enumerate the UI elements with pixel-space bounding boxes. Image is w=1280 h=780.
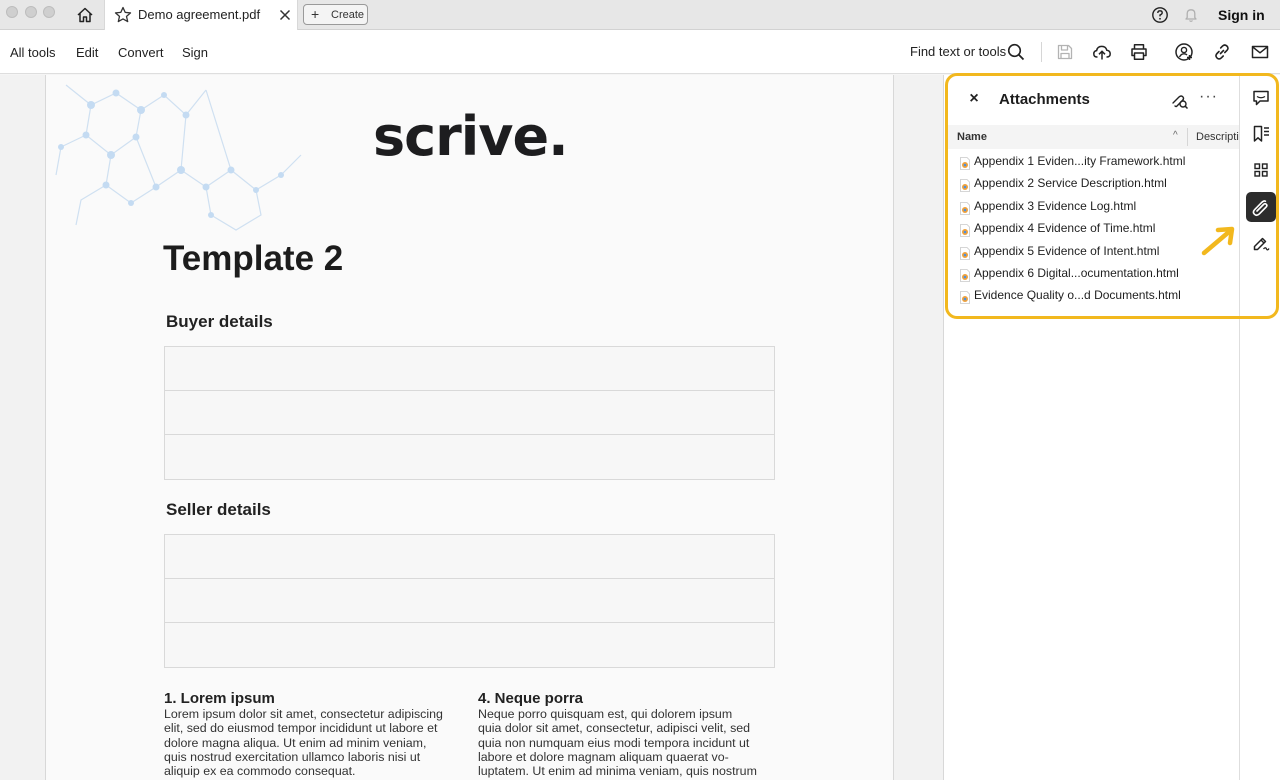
attachment-item[interactable]: Evidence Quality o...d Documents.html [955,286,1225,308]
attachment-name: Appendix 2 Service Description.html [974,176,1167,191]
clause-line: luptatem. Ut enim ad minima veniam, quis… [478,764,757,779]
menu-edit[interactable]: Edit [76,45,98,60]
attachment-name: Appendix 4 Evidence of Time.html [974,221,1156,236]
menu-all-tools[interactable]: All tools [10,45,56,60]
toolbar-divider [1041,42,1042,62]
buyer-details-heading: Buyer details [166,312,273,331]
attachments-list: Appendix 1 Eviden...ity Framework.html A… [955,152,1225,309]
document-title: Template 2 [163,239,344,278]
menu-convert[interactable]: Convert [118,45,164,60]
seller-field-row[interactable] [165,535,774,579]
molecule-decoration [55,84,302,231]
cloud-upload-icon[interactable] [1091,41,1113,63]
more-options-icon[interactable]: ··· [1199,88,1218,106]
buyer-details-table [164,346,775,480]
attachment-item[interactable]: Appendix 2 Service Description.html [955,174,1225,196]
attachments-icon[interactable] [1246,192,1276,222]
attachment-name: Appendix 5 Evidence of Intent.html [974,243,1160,258]
bell-icon[interactable] [1181,5,1201,25]
clause-line: dolore magna aliqua. Ut enim ad minim ve… [164,735,427,750]
thumbnails-icon[interactable] [1246,155,1276,185]
seller-field-row[interactable] [165,579,774,623]
clause-line: aliquip ex ea commodo consequat. [164,764,356,779]
print-icon[interactable] [1128,41,1150,63]
attachments-column-header: Name ^ Description [947,125,1239,149]
panel-title: Attachments [999,91,1090,108]
star-icon[interactable] [113,5,133,25]
right-rail [1239,75,1280,780]
window-close-button[interactable] [6,6,18,18]
attachment-name: Evidence Quality o...d Documents.html [974,288,1181,303]
html-file-icon [959,224,971,238]
email-icon[interactable] [1249,41,1271,63]
html-file-icon [959,157,971,170]
attachment-name: Appendix 3 Evidence Log.html [974,198,1137,213]
html-file-icon [959,179,971,193]
attachments-panel: × Attachments ··· Name ^ Description App… [943,75,1239,780]
close-panel-icon[interactable]: × [965,90,983,108]
clause-line: elit, sed do eiusmod tempor incididunt u… [164,721,438,736]
html-file-icon [959,201,971,215]
attachment-name: Appendix 1 Eviden...ity Framework.html [974,154,1186,168]
plus-icon: + [311,6,320,22]
create-label: Create [331,9,365,21]
clause-heading: 4. Neque porra [478,690,584,707]
clause-line: quia non numquam eius modi tempora incid… [478,735,750,750]
pdf-page: scrive. Template 2 Buyer details Seller … [45,75,894,780]
buyer-field-row[interactable] [165,347,774,391]
name-column-header[interactable]: Name [957,131,987,143]
window-minimize-button[interactable] [25,6,37,18]
attachment-item[interactable]: Appendix 4 Evidence of Time.html [955,219,1225,241]
attachment-item[interactable]: Appendix 1 Eviden...ity Framework.html [955,152,1225,174]
title-bar: Demo agreement.pdf + Create Sign in [0,0,1280,30]
buyer-field-row[interactable] [165,435,774,479]
menu-sign[interactable]: Sign [182,45,208,60]
pointer-arrow-icon [1201,226,1235,256]
toolbar: All tools Edit Convert Sign Find text or… [0,30,1280,74]
clause-line: Lorem ipsum dolor sit amet, consectetur … [164,707,443,721]
seller-details-heading: Seller details [166,500,271,519]
seller-field-row[interactable] [165,623,774,667]
search-attachments-icon[interactable] [1168,89,1190,111]
attachment-item[interactable]: Appendix 5 Evidence of Intent.html [955,242,1225,264]
document-tab[interactable]: Demo agreement.pdf [104,0,298,30]
description-column-header[interactable]: Description [1196,131,1239,143]
attachment-name: Appendix 6 Digital...ocumentation.html [974,265,1179,280]
search-icon[interactable] [1005,41,1027,63]
buyer-field-row[interactable] [165,391,774,435]
html-file-icon [959,291,971,305]
html-file-icon [959,269,971,282]
comments-icon[interactable] [1246,83,1276,113]
save-icon[interactable] [1054,41,1076,63]
sort-ascending-icon[interactable]: ^ [1173,130,1178,141]
attachment-item[interactable]: Appendix 3 Evidence Log.html [955,197,1225,219]
clause-line: quia dolor sit amet, consectetur, adipis… [478,721,751,736]
window-zoom-button[interactable] [43,6,55,18]
scrive-logo: scrive. [373,105,569,168]
bookmarks-icon[interactable] [1246,119,1276,149]
close-tab-icon[interactable] [276,6,294,24]
tab-title: Demo agreement.pdf [138,7,261,22]
clause-line: labore et dolore magnam aliquam quaerat … [478,749,729,764]
fill-sign-icon[interactable] [1246,228,1276,258]
help-icon[interactable] [1151,6,1169,24]
home-icon[interactable] [74,4,96,26]
html-file-icon [959,246,971,260]
clause-line: Neque porro quisquam est, qui dolorem ip… [478,707,733,721]
create-button[interactable]: + Create [303,4,368,25]
clause-neque-porra: 4. Neque porra Neque porro quisquam est,… [478,690,778,778]
sign-in-button[interactable]: Sign in [1218,7,1265,23]
column-divider[interactable] [1187,128,1188,146]
share-user-icon[interactable] [1173,41,1195,63]
attachment-item[interactable]: Appendix 6 Digital...ocumentation.html [955,264,1225,286]
find-text-or-tools[interactable]: Find text or tools [910,44,1006,59]
clause-heading: 1. Lorem ipsum [164,690,275,707]
seller-details-table [164,534,775,668]
clause-line: quis nostrud exercitation ullamco labori… [164,749,421,764]
document-viewer[interactable]: scrive. Template 2 Buyer details Seller … [0,75,943,780]
link-icon[interactable] [1211,41,1233,63]
clause-lorem-ipsum: 1. Lorem ipsum Lorem ipsum dolor sit ame… [164,690,464,778]
